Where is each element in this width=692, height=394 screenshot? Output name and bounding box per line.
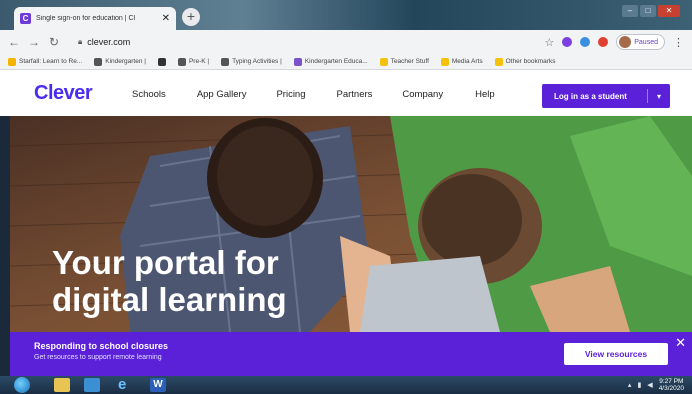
battery-icon[interactable]: ▮	[637, 381, 641, 389]
bookmark-label: Other bookmarks	[505, 58, 556, 65]
announcement-banner: Responding to school closures Get resour…	[10, 332, 692, 376]
bookmark-item[interactable]: Kindergarten |	[94, 57, 146, 66]
windows-taskbar: e W ▴ ▮ ◀︎ 9:27 PM 4/3/2020	[0, 376, 692, 394]
bookmark-label: Starfall: Learn to Re...	[19, 58, 83, 65]
nav-link-help[interactable]: Help	[475, 89, 495, 100]
hero-line-1: Your portal for	[52, 244, 279, 281]
bookmark-item[interactable]: Kindergarten Educa...	[293, 57, 368, 66]
clock-time: 9:27 PM	[659, 378, 684, 385]
nav-link-partners[interactable]: Partners	[337, 89, 373, 100]
profile-status: Paused	[634, 38, 658, 46]
window-controls: – □ ✕	[622, 5, 680, 17]
banner-title: Responding to school closures	[34, 341, 169, 351]
bookmark-icon	[8, 57, 16, 66]
chevron-down-icon[interactable]: ▾	[648, 92, 670, 101]
back-arrow-icon[interactable]: ←	[8, 35, 20, 49]
chevron-up-icon[interactable]: ▴	[628, 381, 632, 389]
bookmark-icon	[494, 57, 503, 66]
address-bar[interactable]: 🔒︎ clever.com	[72, 33, 537, 51]
bookmark-item[interactable]: Other bookmarks	[494, 57, 556, 66]
hero-image: Your portal for digital learning	[10, 116, 692, 332]
profile-button[interactable]: Paused	[616, 34, 665, 50]
file-explorer-icon[interactable]	[54, 378, 70, 392]
tab-title: Single sign-on for education | Cl	[36, 15, 136, 22]
bookmark-item[interactable]: Typing Activities |	[221, 57, 282, 66]
menu-dots-icon[interactable]: ⋮	[673, 36, 684, 49]
bookmark-item[interactable]: Pre-K |	[177, 57, 210, 66]
reload-icon[interactable]: ↻	[48, 35, 60, 49]
bookmarks-bar: Starfall: Learn to Re... Kindergarten | Pr…	[0, 54, 692, 70]
extension-icon[interactable]	[598, 37, 609, 47]
bookmark-icon	[177, 57, 186, 66]
close-banner-icon[interactable]: ✕	[675, 335, 686, 351]
forward-arrow-icon[interactable]: →	[28, 35, 40, 49]
url-text: clever.com	[87, 37, 131, 47]
browser-window: C Single sign-on for education | Cl ✕ + …	[0, 0, 692, 394]
hero-headline: Your portal for digital learning	[52, 244, 287, 318]
close-tab-icon[interactable]: ✕	[162, 13, 170, 24]
hero-line-2: digital learning	[52, 281, 287, 318]
bookmark-icon	[379, 57, 388, 66]
browser-tab[interactable]: C Single sign-on for education | Cl ✕	[14, 7, 176, 30]
banner-subtitle: Get resources to support remote learning	[34, 354, 162, 361]
start-button-icon[interactable]	[14, 377, 30, 393]
bookmark-star-icon[interactable]: ☆	[544, 36, 554, 49]
new-tab-button[interactable]: +	[182, 8, 200, 26]
main-nav: Schools App Gallery Pricing Partners Com…	[132, 89, 495, 100]
nav-link-company[interactable]: Company	[402, 89, 443, 100]
system-tray: ▴ ▮ ◀︎ 9:27 PM 4/3/2020	[628, 378, 684, 392]
extension-icon[interactable]	[562, 37, 573, 47]
bookmark-icon	[293, 57, 302, 66]
clever-favicon-icon: C	[20, 13, 31, 24]
nav-link-pricing[interactable]: Pricing	[276, 89, 305, 100]
word-icon[interactable]: W	[150, 378, 166, 392]
bookmark-label: Media Arts	[451, 58, 483, 65]
browser-toolbar: ← → ↻ 🔒︎ clever.com ☆ Paused ⋮	[0, 30, 692, 54]
close-window-icon[interactable]: ✕	[658, 5, 680, 17]
bookmark-label: Kindergarten |	[105, 58, 146, 65]
bookmark-item[interactable]: Teacher Stuff	[379, 57, 429, 66]
nav-link-app-gallery[interactable]: App Gallery	[197, 89, 247, 100]
clock-date: 4/3/2020	[658, 385, 684, 392]
view-resources-button[interactable]: View resources	[564, 343, 668, 365]
bookmark-icon	[157, 57, 166, 66]
extension-icon[interactable]	[580, 37, 591, 47]
media-player-icon[interactable]	[84, 378, 100, 392]
nav-link-schools[interactable]: Schools	[132, 89, 166, 100]
avatar	[619, 36, 632, 48]
system-clock[interactable]: 9:27 PM 4/3/2020	[659, 378, 684, 392]
clever-logo[interactable]: Clever	[34, 82, 93, 105]
bookmark-item[interactable]: Media Arts	[440, 57, 483, 66]
maximize-icon[interactable]: □	[640, 5, 656, 17]
student-login-button[interactable]: Log in as a student ▾	[542, 84, 670, 108]
internet-explorer-icon[interactable]: e	[118, 377, 134, 392]
title-bar: C Single sign-on for education | Cl ✕ + …	[0, 0, 692, 30]
bookmark-item[interactable]	[157, 57, 166, 66]
bookmark-label: Typing Activities |	[232, 58, 282, 65]
toolbar-icons: ☆ Paused ⋮	[544, 34, 684, 50]
bookmark-icon	[440, 57, 449, 66]
bookmark-label: Kindergarten Educa...	[304, 58, 368, 65]
bookmark-label: Pre-K |	[188, 58, 210, 65]
volume-icon[interactable]: ◀︎	[647, 381, 652, 389]
bookmark-item[interactable]: Starfall: Learn to Re...	[8, 57, 83, 66]
minimize-icon[interactable]: –	[622, 5, 638, 17]
bookmark-icon	[221, 57, 230, 66]
lock-icon: 🔒︎	[78, 37, 83, 46]
bookmark-label: Teacher Stuff	[390, 58, 429, 65]
login-label: Log in as a student	[554, 91, 627, 101]
bookmark-icon	[94, 57, 103, 66]
